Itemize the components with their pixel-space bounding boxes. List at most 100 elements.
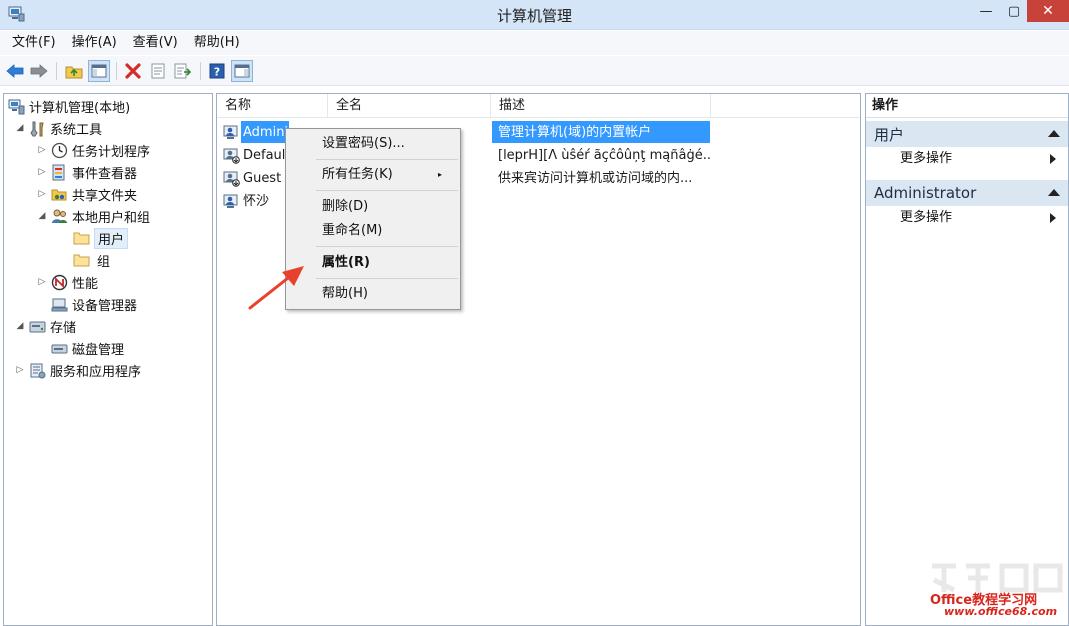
section-label: 用户 xyxy=(874,125,905,144)
action-label: 更多操作 xyxy=(900,151,953,166)
annotation-arrow-icon xyxy=(248,266,304,310)
tools-icon xyxy=(30,121,44,136)
up-folder-icon[interactable] xyxy=(63,60,85,82)
section-label: Administrator xyxy=(874,184,977,202)
tree-node-local-users-groups[interactable]: ◢ 本地用户和组 xyxy=(36,206,150,226)
expanded-arrow-icon[interactable]: ◢ xyxy=(36,211,48,221)
menu-separator xyxy=(316,159,458,160)
folder-icon xyxy=(73,232,90,244)
collapsed-arrow-icon[interactable]: ▷ xyxy=(36,189,48,199)
export-list-icon[interactable] xyxy=(172,60,194,82)
action-label: 更多操作 xyxy=(900,210,953,225)
tree-node-storage[interactable]: ◢ 存储 xyxy=(14,316,76,336)
row-name: Defaul xyxy=(243,148,286,163)
collapse-caret-icon[interactable] xyxy=(1048,130,1060,137)
toolbar-separator xyxy=(56,62,57,80)
menu-item-label: 所有任务(K) xyxy=(322,167,393,182)
tree-node-label: 设备管理器 xyxy=(72,298,138,314)
tree-node-label: 本地用户和组 xyxy=(72,210,151,226)
show-hide-tree-icon[interactable] xyxy=(88,60,110,82)
row-description: 供来宾访问计算机或访问域的内... xyxy=(498,171,693,186)
actions-title: 操作 xyxy=(866,94,1068,118)
close-button[interactable]: ✕ xyxy=(1027,0,1069,22)
expanded-arrow-icon[interactable]: ◢ xyxy=(14,321,26,331)
delete-icon[interactable] xyxy=(122,60,144,82)
menu-action[interactable]: 操作(A) xyxy=(64,32,125,54)
menu-item-set-password[interactable]: 设置密码(S)... xyxy=(322,133,452,155)
tree-node-device-manager[interactable]: 设备管理器 xyxy=(36,294,137,314)
tree-node-label: 共享文件夹 xyxy=(72,188,138,204)
watermark-url: www.office68.com xyxy=(944,605,1058,618)
tree-node-label: 系统工具 xyxy=(50,122,103,138)
collapsed-arrow-icon[interactable]: ▷ xyxy=(14,365,26,375)
menu-help[interactable]: 帮助(H) xyxy=(186,32,248,54)
menu-item-help[interactable]: 帮助(H) xyxy=(322,283,452,305)
tree-node-label: 磁盘管理 xyxy=(72,342,125,358)
maximize-button[interactable]: ▢ xyxy=(1001,0,1027,22)
toolbar-separator xyxy=(116,62,117,80)
submenu-arrow-icon xyxy=(1050,154,1056,164)
forward-icon[interactable] xyxy=(28,60,50,82)
minimize-button[interactable]: — xyxy=(973,0,999,22)
menu-item-rename[interactable]: 重命名(M) xyxy=(322,220,452,242)
event-viewer-icon xyxy=(52,164,65,180)
menu-view[interactable]: 查看(V) xyxy=(125,32,186,54)
user-icon xyxy=(223,125,238,139)
actions-section-administrator[interactable]: Administrator xyxy=(866,180,1068,206)
row-description: [leprH][Λ ùŝéŕ ãçĉôûņţ mąñâġé... xyxy=(498,148,710,163)
tree-node-label: 性能 xyxy=(72,276,99,292)
menu-item-all-tasks[interactable]: 所有任务(K) ▸ xyxy=(322,164,452,186)
action-more-actions-administrator[interactable]: 更多操作 xyxy=(900,208,1060,228)
computer-management-icon xyxy=(8,99,25,114)
expanded-arrow-icon[interactable]: ◢ xyxy=(14,123,26,133)
storage-icon xyxy=(29,321,46,332)
menu-separator xyxy=(316,278,458,279)
tree-node-label: 组 xyxy=(97,254,111,270)
users-icon xyxy=(52,209,67,223)
tree-node-performance[interactable]: ▷ 性能 xyxy=(36,272,98,292)
actions-section-users[interactable]: 用户 xyxy=(866,121,1068,147)
tree-node-users[interactable]: 用户 xyxy=(58,227,129,249)
title-bar: 计算机管理 — ▢ ✕ xyxy=(0,0,1069,30)
row-description: 管理计算机(域)的内置帐户 xyxy=(498,125,652,140)
tree-node-groups[interactable]: 组 xyxy=(58,250,110,270)
tree-node-disk-management[interactable]: 磁盘管理 xyxy=(36,338,124,358)
collapsed-arrow-icon[interactable]: ▷ xyxy=(36,167,48,177)
clock-icon xyxy=(51,142,68,158)
collapsed-arrow-icon[interactable]: ▷ xyxy=(36,277,48,287)
performance-icon xyxy=(51,274,68,290)
device-manager-icon xyxy=(51,298,68,311)
context-menu: 设置密码(S)... 所有任务(K) ▸ 删除(D) 重命名(M) 属性(R) … xyxy=(285,128,461,310)
shared-folder-icon xyxy=(51,189,67,200)
collapsed-arrow-icon[interactable]: ▷ xyxy=(36,145,48,155)
submenu-arrow-icon: ▸ xyxy=(437,170,442,179)
action-more-actions-users[interactable]: 更多操作 xyxy=(900,149,1060,169)
help-icon[interactable]: ? xyxy=(206,60,228,82)
column-header-name[interactable]: 名称 xyxy=(217,94,328,118)
menu-bar: 文件(F) 操作(A) 查看(V) 帮助(H) xyxy=(0,31,1069,55)
list-header: 名称 全名 描述 xyxy=(217,94,860,118)
tree-node-computer-management[interactable]: 计算机管理(本地) xyxy=(6,96,130,116)
tree-node-event-viewer[interactable]: ▷ 事件查看器 xyxy=(36,162,137,182)
tree-node-label: 计算机管理(本地) xyxy=(29,100,131,116)
back-icon[interactable] xyxy=(4,60,26,82)
tree-node-label: 存储 xyxy=(50,320,77,336)
tree-node-shared-folders[interactable]: ▷ 共享文件夹 xyxy=(36,184,137,204)
tree-node-task-scheduler[interactable]: ▷ 任务计划程序 xyxy=(36,140,150,160)
column-header-description[interactable]: 描述 xyxy=(491,94,711,118)
menu-separator xyxy=(316,246,458,247)
show-hide-action-pane-icon[interactable] xyxy=(231,60,253,82)
tree-node-services-applications[interactable]: ▷ 服务和应用程序 xyxy=(14,360,141,380)
properties-icon[interactable] xyxy=(147,60,169,82)
tree-node-system-tools[interactable]: ◢ 系统工具 xyxy=(14,118,102,138)
menu-file[interactable]: 文件(F) xyxy=(4,32,64,54)
collapse-caret-icon[interactable] xyxy=(1048,189,1060,196)
disk-icon xyxy=(51,344,68,353)
tree-node-label: 服务和应用程序 xyxy=(50,364,142,380)
menu-item-delete[interactable]: 删除(D) xyxy=(322,196,452,218)
tree-node-label: 任务计划程序 xyxy=(72,144,151,160)
row-description xyxy=(498,190,710,213)
menu-item-properties[interactable]: 属性(R) xyxy=(322,252,452,274)
column-header-fullname[interactable]: 全名 xyxy=(328,94,491,118)
folder-icon xyxy=(73,254,90,266)
